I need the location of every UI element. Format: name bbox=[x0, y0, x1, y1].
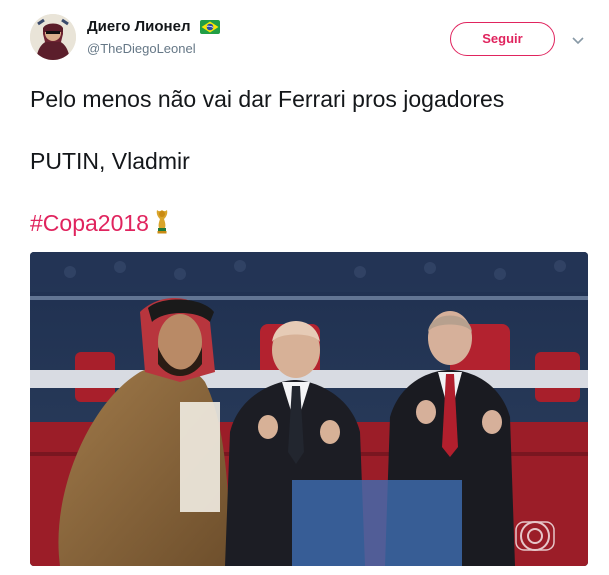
tweet-text-line: Pelo menos não vai dar Ferrari pros joga… bbox=[30, 86, 505, 112]
tweet-header: Диего Лионел @TheDiegoLeonel Seguir bbox=[30, 14, 600, 68]
tweet-text-line: PUTIN, Vladmir bbox=[30, 148, 190, 174]
display-name[interactable]: Диего Лионел bbox=[87, 18, 190, 35]
user-names: Диего Лионел @TheDiegoLeonel bbox=[87, 18, 220, 56]
hashtag-link[interactable]: #Copa2018 bbox=[30, 210, 149, 236]
user-handle[interactable]: @TheDiegoLeonel bbox=[87, 41, 220, 56]
world-cup-trophy-icon bbox=[154, 208, 170, 234]
tweet-photo[interactable] bbox=[30, 252, 588, 566]
avatar[interactable] bbox=[30, 14, 76, 60]
follow-button[interactable]: Seguir bbox=[450, 22, 555, 56]
chevron-down-icon[interactable] bbox=[570, 32, 586, 48]
tweet: Диего Лионел @TheDiegoLeonel Seguir Pelo… bbox=[0, 0, 609, 575]
brazil-flag-icon bbox=[199, 19, 220, 34]
tweet-hashtag-line: #Copa2018 bbox=[30, 208, 170, 238]
